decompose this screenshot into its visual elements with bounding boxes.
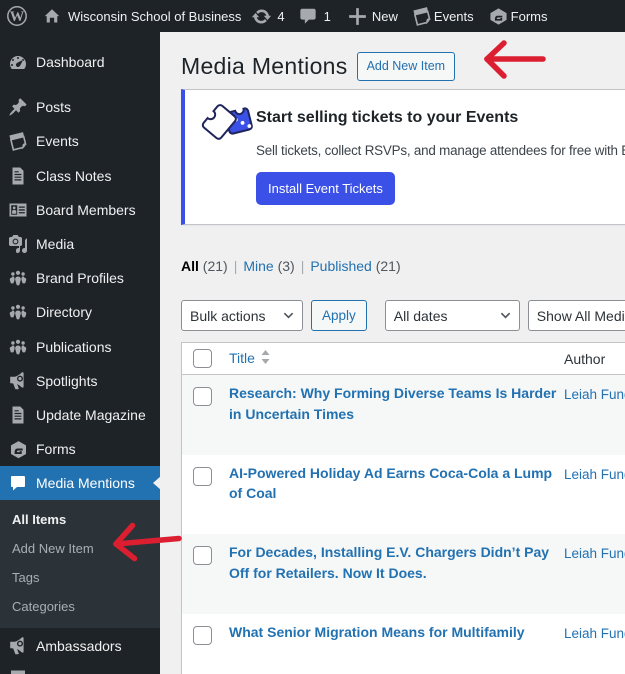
svg-text:W: W — [10, 9, 25, 25]
